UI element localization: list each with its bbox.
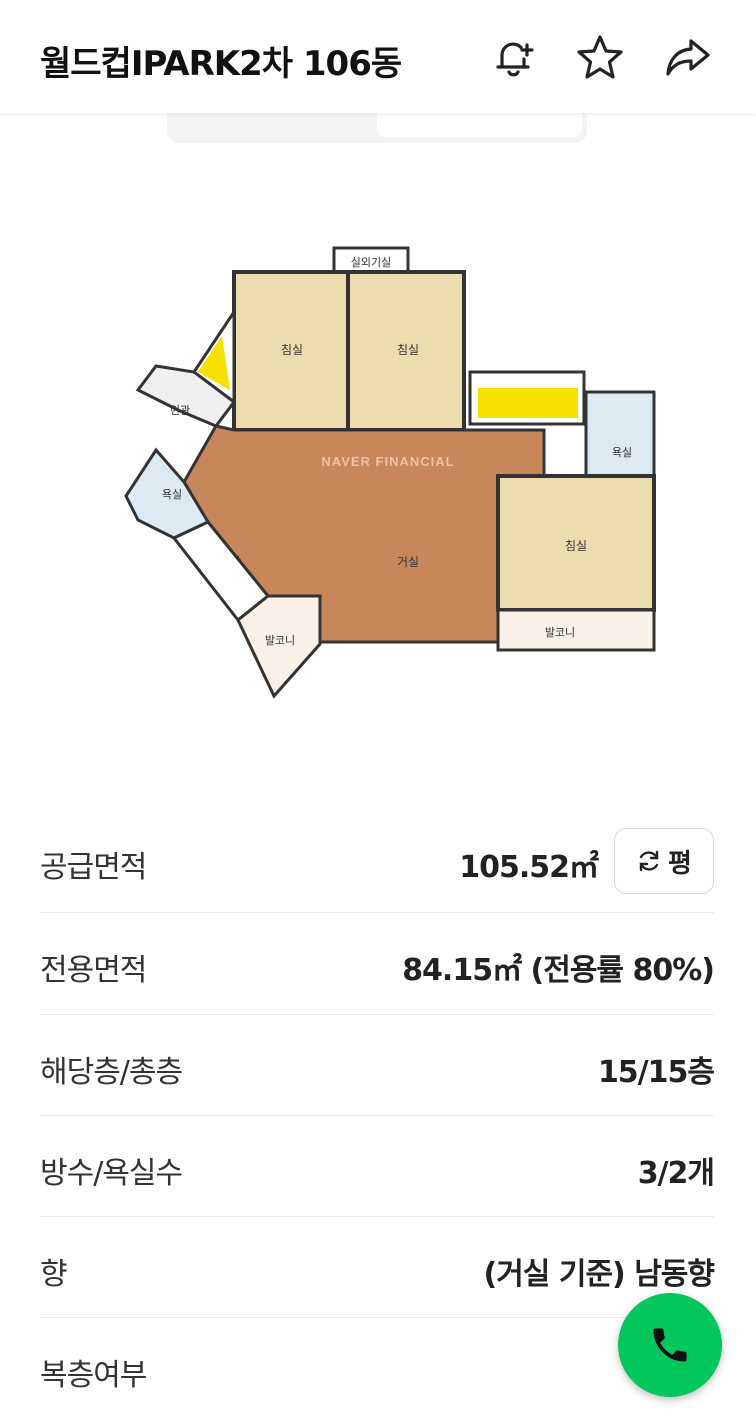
rooms-label: 방수/욕실수 xyxy=(40,1156,183,1191)
room-entrance: 현관 xyxy=(170,404,190,417)
app-header: 월드컵IPARK2차 106동 xyxy=(0,0,756,113)
row-direction: 향 (거실 기준) 남동향 xyxy=(40,1217,715,1318)
room-bedroom-2: 침실 xyxy=(397,343,419,357)
floor-label: 해당층/총층 xyxy=(40,1055,183,1090)
exclusive-area-value: 84.15㎡ (전용률 80%) xyxy=(402,953,715,988)
share-icon[interactable] xyxy=(660,30,716,86)
room-bath-1: 욕실 xyxy=(162,488,182,501)
room-balcony-1: 발코니 xyxy=(265,634,295,647)
direction-label: 향 xyxy=(40,1257,68,1292)
room-bedroom-1: 침실 xyxy=(281,343,303,357)
row-exclusive-area: 전용면적 84.15㎡ (전용률 80%) xyxy=(40,913,715,1015)
direction-value: (거실 기준) 남동향 xyxy=(483,1257,715,1292)
row-duplex: 복층여부 xyxy=(40,1318,714,1419)
bell-plus-icon[interactable] xyxy=(486,30,542,86)
row-floor: 해당층/총층 15/15층 xyxy=(40,1015,715,1116)
unit-toggle-button[interactable]: 평 xyxy=(614,828,714,894)
phone-icon xyxy=(653,1328,687,1362)
room-balcony-2: 발코니 xyxy=(545,626,575,639)
room-living: 거실 xyxy=(397,555,419,569)
room-bedroom-3: 침실 xyxy=(565,539,587,553)
room-outdoor-unit: 실외기실 xyxy=(351,256,391,269)
supply-area-label: 공급면적 xyxy=(40,850,147,885)
supply-area-value: 105.52㎡ xyxy=(459,850,599,885)
floor-value: 15/15층 xyxy=(597,1055,715,1090)
duplex-label: 복층여부 xyxy=(40,1358,147,1393)
rooms-value: 3/2개 xyxy=(637,1156,715,1191)
star-icon[interactable] xyxy=(572,30,628,86)
page-title: 월드컵IPARK2차 106동 xyxy=(40,44,402,84)
room-bath-2: 욕실 xyxy=(612,446,632,459)
unit-toggle-label: 평 xyxy=(668,848,692,879)
refresh-icon xyxy=(639,850,659,872)
floor-plan-image: 실외기실 침실 침실 현관 NAVER FINANCIAL 거실 주방 욕실 욕… xyxy=(98,240,660,710)
row-supply-area: 공급면적 105.52㎡ 평 xyxy=(40,812,714,913)
row-rooms: 방수/욕실수 3/2개 xyxy=(40,1116,715,1217)
exclusive-area-label: 전용면적 xyxy=(40,953,147,988)
call-button[interactable] xyxy=(618,1293,722,1397)
watermark: NAVER FINANCIAL xyxy=(321,454,454,469)
